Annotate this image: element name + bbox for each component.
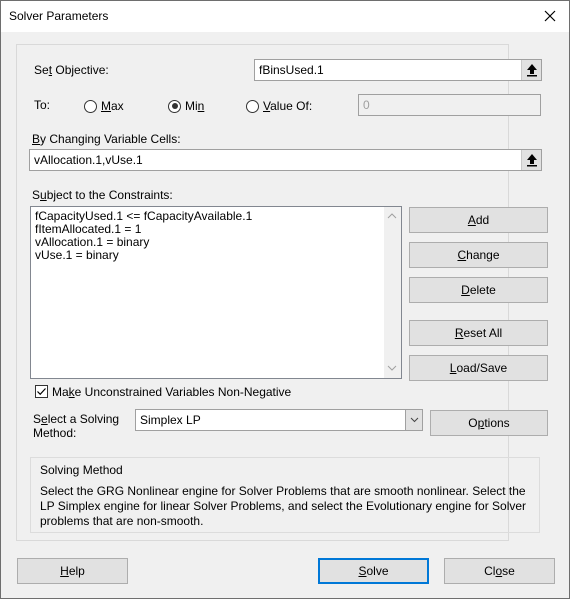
set-objective-input[interactable]: fBinsUsed.1 [254, 59, 542, 81]
changing-cells-value: vAllocation.1,vUse.1 [34, 153, 143, 167]
title-bar: Solver Parameters [1, 1, 569, 32]
solving-method-select[interactable]: Simplex LP [135, 409, 423, 431]
add-button[interactable]: Add [409, 207, 548, 233]
dialog-title: Solver Parameters [9, 9, 109, 23]
radio-min-circle [168, 99, 181, 113]
radio-max[interactable]: Max [84, 99, 124, 113]
solver-parameters-dialog: Solver Parameters Set Objective: fBinsUs… [0, 0, 570, 599]
to-label: To: [34, 98, 51, 112]
value-of-input[interactable]: 0 [358, 94, 541, 116]
close-window-button[interactable] [539, 5, 561, 27]
scroll-up-icon[interactable] [387, 213, 397, 219]
solve-button[interactable]: Solve [318, 558, 429, 584]
info-heading: Solving Method [40, 463, 123, 477]
solving-method-label: Select a Solving Method: [33, 412, 120, 440]
collapse-dialog-icon [526, 154, 537, 167]
value-of-value: 0 [363, 98, 370, 112]
set-objective-label: Set Objective: [34, 63, 109, 77]
radio-min-label: Min [185, 99, 205, 113]
solving-method-value: Simplex LP [140, 413, 201, 427]
solving-method-dropdown-button[interactable] [405, 410, 422, 430]
delete-button[interactable]: Delete [409, 277, 548, 303]
radio-value-of-circle [246, 99, 259, 113]
constraints-label: Subject to the Constraints: [32, 188, 173, 202]
help-button[interactable]: Help [17, 558, 128, 584]
changing-cells-collapse-button[interactable] [521, 150, 541, 170]
set-objective-value: fBinsUsed.1 [259, 63, 324, 77]
chevron-down-icon [410, 417, 418, 423]
objective-collapse-button[interactable] [521, 60, 541, 80]
solving-method-info: Solving Method Select the GRG Nonlinear … [30, 457, 540, 533]
scroll-down-icon[interactable] [387, 365, 397, 371]
change-button[interactable]: Change [409, 242, 548, 268]
constraint-item[interactable]: vUse.1 = binary [31, 249, 252, 262]
radio-value-of[interactable]: Value Of: [246, 99, 312, 113]
checkmark-icon [37, 388, 46, 396]
close-icon [544, 10, 556, 22]
nonnegative-label[interactable]: Make Unconstrained Variables Non-Negativ… [52, 385, 291, 399]
load-save-button[interactable]: Load/Save [409, 355, 548, 381]
radio-max-circle [84, 99, 97, 113]
changing-cells-input[interactable]: vAllocation.1,vUse.1 [29, 149, 542, 171]
reset-all-button[interactable]: Reset All [409, 320, 548, 346]
options-button[interactable]: Op tions [430, 410, 548, 436]
constraints-scrollbar[interactable] [384, 207, 401, 378]
info-text: Select the GRG Nonlinear engine for Solv… [40, 484, 527, 528]
collapse-dialog-icon [526, 64, 537, 77]
radio-min[interactable]: Min [168, 99, 204, 113]
changing-cells-label: By Changing Variable Cells: [32, 132, 181, 146]
nonnegative-checkbox[interactable] [35, 385, 48, 398]
radio-value-of-label: Value Of: [263, 99, 313, 113]
close-button[interactable]: Cl o se [444, 558, 555, 584]
radio-max-label: Max [101, 99, 124, 113]
constraints-list[interactable]: fCapacityUsed.1 <= fCapacityAvailable.1 … [30, 206, 402, 379]
